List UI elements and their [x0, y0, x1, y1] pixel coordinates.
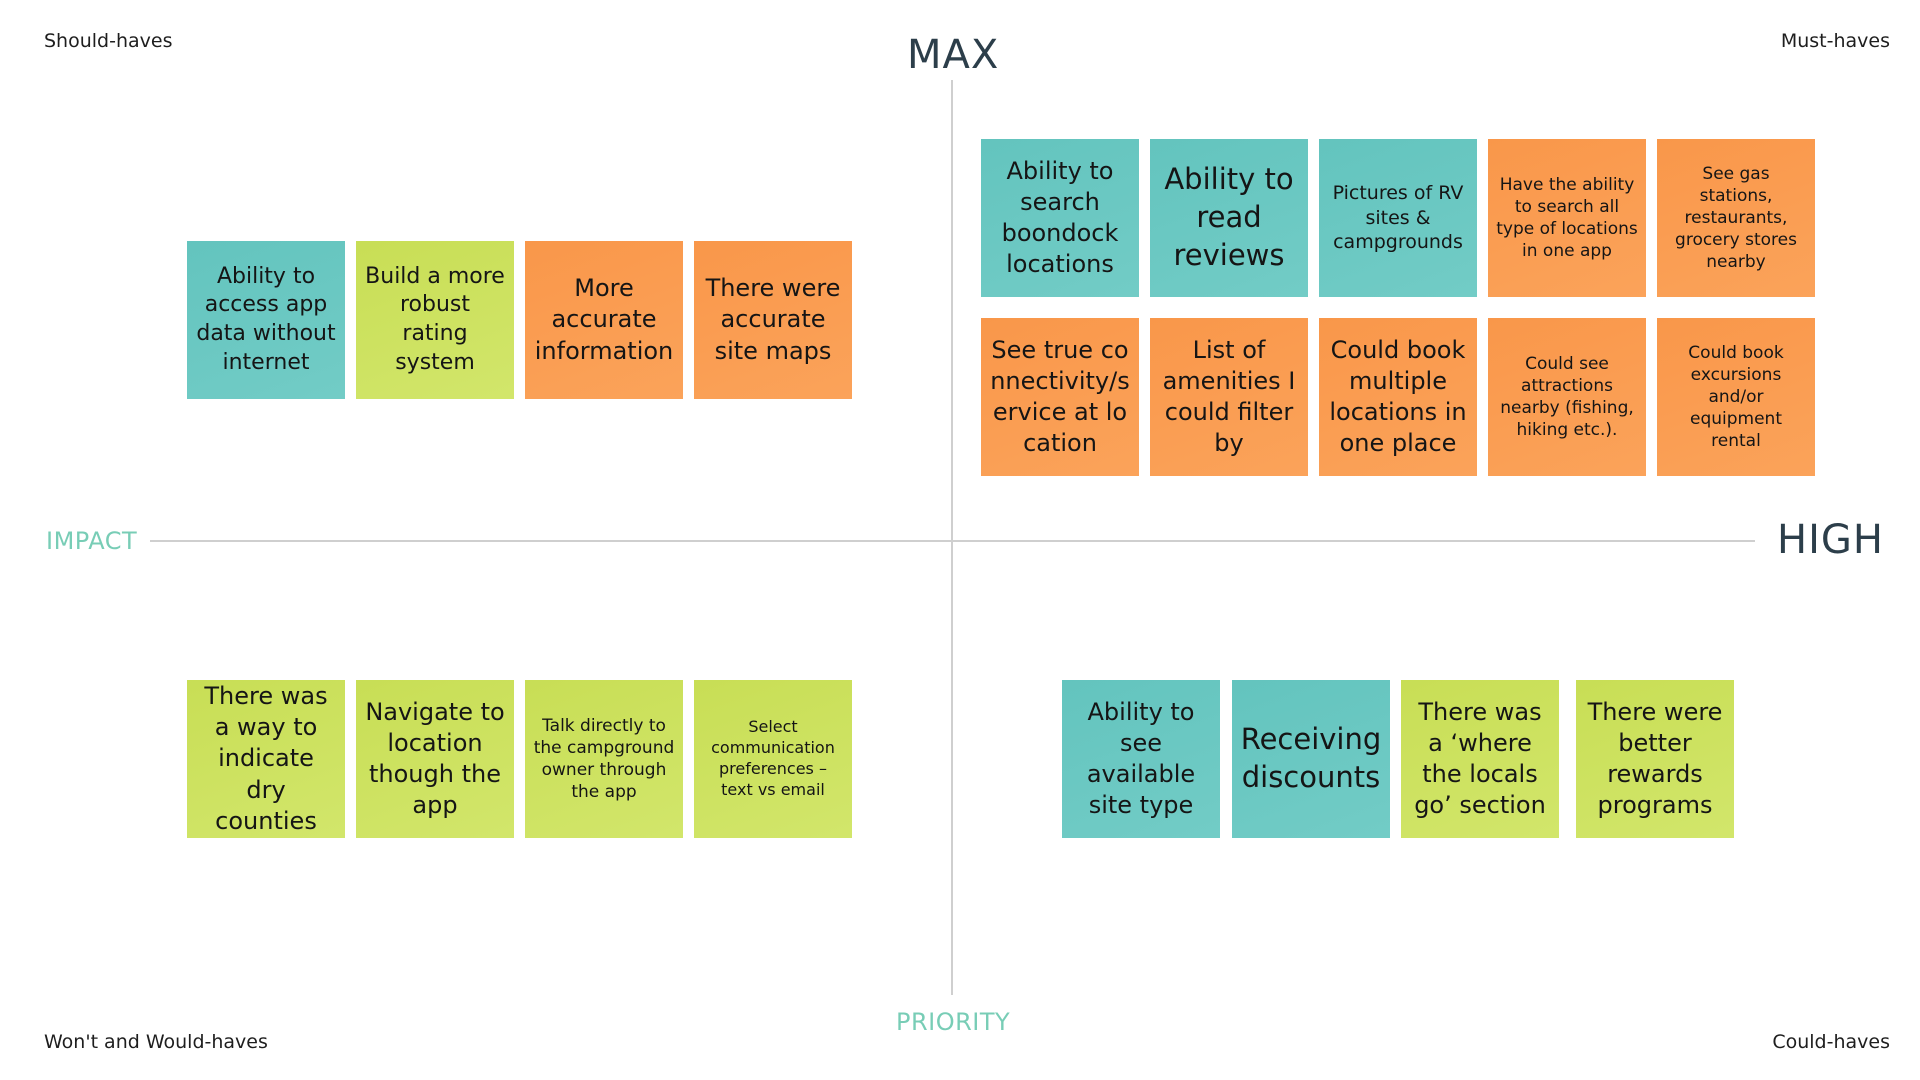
sticky-note[interactable]: There was a ‘where the locals go’ sectio… [1401, 680, 1559, 838]
quadrant-label-could-haves: Could-haves [1772, 1031, 1890, 1053]
sticky-note[interactable]: More accurate information [525, 241, 683, 399]
sticky-note-text: Have the ability to search all type of l… [1496, 174, 1638, 262]
sticky-note-text: Could book multiple locations in one pla… [1329, 335, 1467, 458]
sticky-note-text: There were better rewards programs [1587, 697, 1723, 820]
sticky-note-text: There was a way to indicate dry counties [204, 682, 328, 835]
sticky-note[interactable]: See true connectivity/service at locatio… [981, 318, 1139, 476]
sticky-note[interactable]: Ability to read reviews [1150, 139, 1308, 297]
axis-label-max: MAX [907, 32, 1000, 78]
sticky-note-text: Ability to access app data without inter… [196, 263, 336, 375]
sticky-note-text: Build a more robust rating system [365, 263, 505, 375]
sticky-note-text: Could book excursions and/or equipment r… [1688, 342, 1784, 452]
sticky-note[interactable]: Navigate to location though the app [356, 680, 514, 838]
sticky-note[interactable]: There were accurate site maps [694, 241, 852, 399]
sticky-note-text: Ability to search boondock locations [1001, 156, 1119, 279]
sticky-note-text: Ability to read reviews [1164, 162, 1294, 272]
axis-label-impact: IMPACT [46, 527, 138, 555]
quadrant-label-should-haves: Should-haves [44, 30, 173, 52]
sticky-note-text: See true connectivity/service at locatio… [990, 335, 1130, 458]
sticky-note-text: There was a ‘where the locals go’ sectio… [1414, 697, 1546, 820]
sticky-note[interactable]: Could see attractions nearby (fishing, h… [1488, 318, 1646, 476]
sticky-note[interactable]: Select communication preferences – text … [694, 680, 852, 838]
sticky-note[interactable]: Have the ability to search all type of l… [1488, 139, 1646, 297]
sticky-note[interactable]: Could book excursions and/or equipment r… [1657, 318, 1815, 476]
sticky-note-text: Ability to see available site type [1086, 697, 1196, 820]
sticky-note[interactable]: Ability to search boondock locations [981, 139, 1139, 297]
sticky-note-text: Could see attractions nearby (fishing, h… [1500, 353, 1634, 441]
sticky-note[interactable]: Ability to access app data without inter… [187, 241, 345, 399]
sticky-note-text: More accurate information [534, 274, 674, 365]
sticky-note[interactable]: There was a way to indicate dry counties [187, 680, 345, 838]
sticky-note[interactable]: Could book multiple locations in one pla… [1319, 318, 1477, 476]
horizontal-axis-line [150, 540, 1755, 542]
sticky-note-text: See gas stations, restaurants, grocery s… [1675, 163, 1797, 273]
sticky-note-text: There were accurate site maps [705, 274, 841, 365]
quadrant-label-must-haves: Must-haves [1780, 30, 1890, 52]
vertical-axis-line [951, 80, 953, 995]
quadrant-label-wont-would-haves: Won't and Would-haves [44, 1031, 268, 1053]
sticky-note-text: Navigate to location though the app [365, 697, 505, 820]
axis-label-high: HIGH [1777, 517, 1884, 563]
sticky-note[interactable]: There were better rewards programs [1576, 680, 1734, 838]
sticky-note-text: Select communication preferences – text … [711, 717, 835, 799]
sticky-note[interactable]: Talk directly to the campground owner th… [525, 680, 683, 838]
sticky-note[interactable]: Build a more robust rating system [356, 241, 514, 399]
sticky-note-text: Talk directly to the campground owner th… [533, 715, 675, 803]
sticky-note[interactable]: Receiving discounts [1232, 680, 1390, 838]
sticky-note[interactable]: Pictures of RV sites & campgrounds [1319, 139, 1477, 297]
sticky-note-text: Pictures of RV sites & campgrounds [1332, 181, 1464, 254]
sticky-note-text: Receiving discounts [1240, 722, 1382, 794]
axis-label-priority: PRIORITY [896, 1008, 1011, 1036]
sticky-note-text: List of amenities I could filter by [1162, 335, 1296, 458]
sticky-note[interactable]: Ability to see available site type [1062, 680, 1220, 838]
sticky-note[interactable]: See gas stations, restaurants, grocery s… [1657, 139, 1815, 297]
sticky-note[interactable]: List of amenities I could filter by [1150, 318, 1308, 476]
